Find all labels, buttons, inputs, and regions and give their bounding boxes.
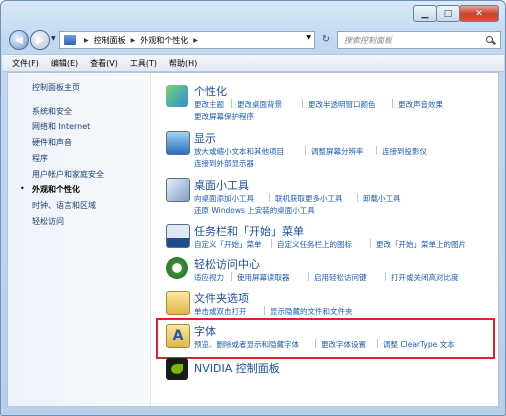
close-button[interactable]: ✕ (459, 5, 499, 22)
link-separator (392, 99, 393, 108)
minimize-button[interactable]: ▁ (413, 5, 437, 22)
link-separator (231, 272, 232, 281)
control-panel-icon (64, 35, 76, 45)
left-nav-programs[interactable]: 程序 (32, 153, 48, 164)
nvidia-icon[interactable] (166, 358, 188, 380)
breadcrumb-separator-icon[interactable]: ▶ (131, 37, 136, 44)
content-area: 控制面板主页 系统和安全 网络和 Internet 硬件和声音 程序 用户帐户和… (7, 72, 499, 407)
link-customize-taskbar-icons[interactable]: 自定义任务栏上的图标 (277, 239, 352, 250)
link-add-gadgets[interactable]: 向桌面添加小工具 (194, 193, 254, 204)
left-nav-clock-language[interactable]: 时钟、语言和区域 (32, 200, 96, 211)
link-change-screensaver[interactable]: 更改屏幕保护程序 (194, 111, 254, 122)
link-zoom-text[interactable]: 放大或缩小文本和其他项目 (194, 146, 284, 157)
address-dropdown-icon[interactable]: ▼ (306, 34, 311, 41)
left-nav-hardware-sound[interactable]: 硬件和声音 (32, 137, 72, 148)
link-get-more-gadgets[interactable]: 联机获取更多小工具 (275, 193, 343, 204)
display-icon[interactable] (166, 131, 190, 155)
link-separator (271, 239, 272, 248)
link-separator (264, 306, 265, 315)
link-change-start-picture[interactable]: 更改「开始」菜单上的图片 (376, 239, 466, 250)
left-nav-user-accounts[interactable]: 用户帐户和家庭安全 (32, 169, 104, 180)
category-title-folder-options[interactable]: 文件夹选项 (194, 290, 249, 306)
category-title-nvidia[interactable]: NVIDIA 控制面板 (194, 360, 280, 376)
link-change-desktop-background[interactable]: 更改桌面背景 (237, 99, 282, 110)
search-icon[interactable] (486, 35, 495, 45)
link-change-window-color[interactable]: 更改半透明窗口颜色 (308, 99, 376, 110)
personalization-icon[interactable] (166, 85, 188, 107)
current-page-bullet-icon: • (20, 184, 25, 193)
gadgets-icon[interactable] (166, 178, 190, 202)
breadcrumb-appearance[interactable]: 外观和个性化 (140, 35, 188, 46)
link-separator (308, 272, 309, 281)
link-uninstall-gadget[interactable]: 卸载小工具 (363, 193, 401, 204)
left-nav-pane: 控制面板主页 系统和安全 网络和 Internet 硬件和声音 程序 用户帐户和… (8, 73, 151, 406)
left-nav-network[interactable]: 网络和 Internet (32, 121, 90, 132)
address-bar[interactable]: ▶ 控制面板 ▶ 外观和个性化 ▶ ▼ (59, 31, 315, 49)
menu-bar: 文件(F) 编辑(E) 查看(V) 工具(T) 帮助(H) (2, 54, 504, 72)
left-nav-appearance: 外观和个性化 (32, 185, 80, 194)
category-title-taskbar[interactable]: 任务栏和「开始」菜单 (194, 223, 304, 239)
menu-edit[interactable]: 编辑(E) (51, 58, 78, 69)
link-change-sounds[interactable]: 更改声音效果 (398, 99, 443, 110)
breadcrumb-separator-icon[interactable]: ▶ (84, 37, 89, 44)
link-change-theme[interactable]: 更改主题 (194, 99, 224, 110)
history-dropdown-icon[interactable]: ▼ (51, 35, 56, 42)
breadcrumb-separator-icon[interactable]: ▶ (193, 37, 198, 44)
caption-buttons: ▁ □ ✕ (413, 5, 499, 22)
back-button[interactable]: ◀ (9, 30, 29, 50)
menu-tools[interactable]: 工具(T) (130, 58, 157, 69)
left-nav-system-security[interactable]: 系统和安全 (32, 106, 72, 117)
menu-view[interactable]: 查看(V) (90, 58, 118, 69)
link-separator (357, 193, 358, 202)
breadcrumb-control-panel[interactable]: 控制面板 (94, 35, 126, 46)
link-separator (302, 99, 303, 108)
link-turn-on-easy-access-keys[interactable]: 启用轻松访问键 (314, 272, 367, 283)
menu-file[interactable]: 文件(F) (12, 58, 39, 69)
link-separator (231, 99, 232, 108)
link-customize-start-menu[interactable]: 自定义「开始」菜单 (194, 239, 262, 250)
link-accommodate-vision[interactable]: 适应视力 (194, 272, 224, 283)
search-input[interactable]: 搜索控制面板 (337, 31, 501, 49)
fonts-highlight-box (156, 318, 495, 359)
ease-of-access-icon[interactable] (166, 257, 188, 279)
address-row: ◀ ▶ ▼ ▶ 控制面板 ▶ 外观和个性化 ▶ ▼ ↻ 搜索控制面板 (7, 29, 501, 51)
link-separator (305, 146, 306, 155)
link-restore-gadgets[interactable]: 还原 Windows 上安装的桌面小工具 (194, 205, 315, 216)
category-title-ease-of-access[interactable]: 轻松访问中心 (194, 256, 260, 272)
category-title-gadgets[interactable]: 桌面小工具 (194, 177, 249, 193)
link-connect-external-display[interactable]: 连接到外部显示器 (194, 158, 254, 169)
link-high-contrast[interactable]: 打开或关闭高对比度 (391, 272, 459, 283)
folder-options-icon[interactable] (166, 291, 190, 315)
search-placeholder: 搜索控制面板 (344, 35, 392, 45)
control-panel-window: ▁ □ ✕ ◀ ▶ ▼ ▶ 控制面板 ▶ 外观和个性化 ▶ ▼ ↻ 搜索控制面板… (0, 0, 506, 416)
link-use-screen-reader[interactable]: 使用屏幕读取器 (237, 272, 290, 283)
maximize-button[interactable]: □ (436, 5, 460, 22)
left-nav-ease-of-access[interactable]: 轻松访问 (32, 216, 64, 227)
link-separator (385, 272, 386, 281)
taskbar-icon[interactable] (166, 224, 190, 248)
category-title-display[interactable]: 显示 (194, 130, 216, 146)
menu-help[interactable]: 帮助(H) (169, 58, 197, 69)
link-show-hidden-files[interactable]: 显示隐藏的文件和文件夹 (270, 306, 353, 317)
forward-button[interactable]: ▶ (30, 30, 50, 50)
left-nav-control-panel-home[interactable]: 控制面板主页 (32, 82, 80, 93)
link-separator (370, 239, 371, 248)
category-title-personalization[interactable]: 个性化 (194, 83, 227, 99)
refresh-button[interactable]: ↻ (317, 32, 335, 47)
link-separator (376, 146, 377, 155)
link-single-double-click[interactable]: 单击或双击打开 (194, 306, 247, 317)
link-adjust-resolution[interactable]: 调整屏幕分辨率 (311, 146, 364, 157)
link-connect-projector[interactable]: 连接到投影仪 (382, 146, 427, 157)
link-separator (269, 193, 270, 202)
